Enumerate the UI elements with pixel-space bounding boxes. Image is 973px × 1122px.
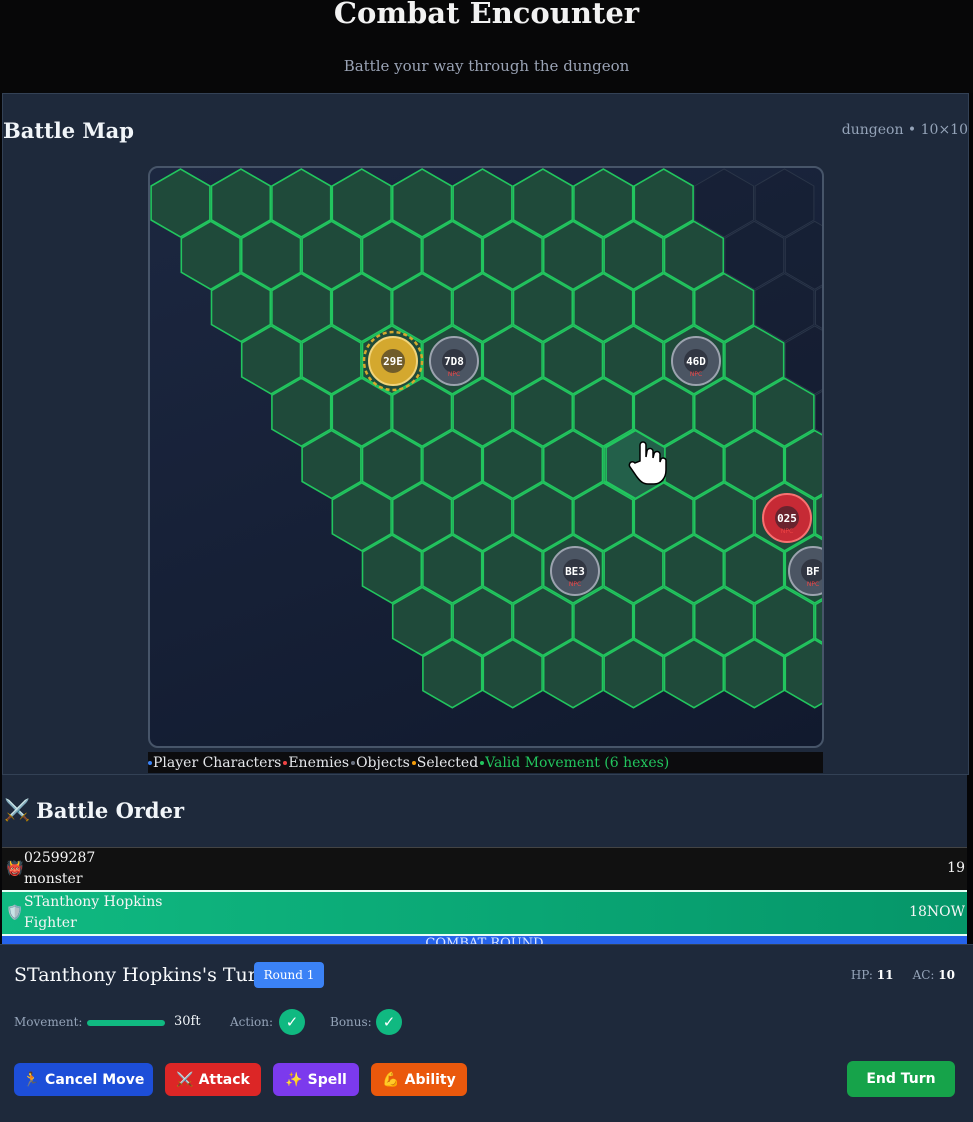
- legend-label: Enemies: [288, 754, 350, 771]
- turn-panel: STanthony Hopkins's Turn Round 1 HP: 11 …: [0, 944, 973, 1122]
- monster-icon: 👹: [6, 861, 24, 877]
- ac-label: AC:: [912, 968, 935, 982]
- bonus-available-icon: ✓: [376, 1009, 402, 1035]
- end-turn-button[interactable]: End Turn: [847, 1061, 955, 1097]
- battle-order-heading: Battle Order: [36, 797, 185, 823]
- round-badge: Round 1: [254, 962, 324, 988]
- movement-label: Movement:: [14, 1015, 83, 1029]
- combatant-name: 02599287: [24, 850, 96, 866]
- combatant-initiative: 19: [947, 860, 965, 876]
- token-label: BF: [806, 565, 819, 578]
- movement-bar: [87, 1020, 165, 1026]
- battle-map-meta: dungeon • 10×10: [841, 122, 968, 138]
- legend-dot: [351, 760, 356, 765]
- battle-order-section: ⚔️ Battle Order 👹 02599287 monster 19 🛡️…: [2, 774, 967, 945]
- token-label: 46D: [686, 355, 706, 368]
- legend-label: Objects: [356, 754, 410, 771]
- shield-icon: 🛡️: [6, 905, 24, 921]
- legend-dot: [411, 760, 416, 765]
- token-label: 025: [777, 512, 797, 525]
- token-tag: NPC: [448, 371, 460, 378]
- hp-label: HP:: [850, 968, 873, 982]
- legend-dot: [480, 760, 485, 765]
- token-label: BE3: [565, 565, 585, 578]
- token-46d[interactable]: 46D NPC: [671, 336, 721, 386]
- battle-order-row[interactable]: 👹 02599287 monster 19: [2, 847, 967, 890]
- battle-order-row-active[interactable]: 🛡️ STanthony Hopkins Fighter 18NOW: [2, 890, 967, 936]
- legend-enemies: Enemies: [283, 755, 349, 771]
- hex-grid[interactable]: 29E 7D8 NPC 46D NPC 025 NPC BE3 NPC BF NPC: [150, 168, 822, 746]
- token-tag: NPC: [569, 581, 581, 588]
- combatant-initiative: 18NOW: [909, 904, 965, 920]
- battle-order-title: ⚔️ Battle Order: [4, 797, 184, 823]
- attack-label: Attack: [198, 1071, 250, 1088]
- legend-label: Player Characters: [153, 754, 282, 771]
- combatant-name: STanthony Hopkins: [24, 894, 163, 910]
- page-title: Combat Encounter: [333, 0, 640, 30]
- legend-label: Valid Movement (6 hexes): [485, 754, 670, 771]
- ability-label: Ability: [404, 1071, 456, 1088]
- hex-grid-board[interactable]: 29E 7D8 NPC 46D NPC 025 NPC BE3 NPC BF NPC: [148, 166, 824, 748]
- running-icon: 🏃: [22, 1071, 41, 1088]
- combatant-class: monster: [24, 871, 83, 887]
- flexed-arm-icon: 💪: [382, 1071, 400, 1088]
- character-stats: HP: 11 AC: 10: [851, 968, 955, 982]
- action-available-icon: ✓: [279, 1009, 305, 1035]
- token-be3[interactable]: BE3 NPC: [550, 546, 600, 596]
- legend-dot: [148, 760, 152, 765]
- sparkles-icon: ✨: [285, 1071, 303, 1088]
- token-tag: NPC: [807, 581, 819, 588]
- page-header: Combat Encounter Battle your way through…: [0, 0, 973, 93]
- legend-player-characters: Player Characters: [148, 755, 281, 771]
- token-label: 29E: [383, 355, 403, 368]
- combatant-class: Fighter: [24, 915, 77, 931]
- crossed-swords-icon: ⚔️: [4, 797, 31, 822]
- cancel-move-label: Cancel Move: [45, 1071, 145, 1088]
- spell-label: Spell: [307, 1071, 347, 1088]
- swords-icon: ⚔️: [176, 1071, 194, 1088]
- ability-button[interactable]: 💪 Ability: [371, 1063, 467, 1096]
- spell-button[interactable]: ✨ Spell: [273, 1063, 359, 1096]
- hp-value: 11: [876, 968, 894, 982]
- cancel-move-button[interactable]: 🏃 Cancel Move: [14, 1063, 153, 1096]
- legend-selected: Selected: [411, 754, 479, 771]
- battle-map-title: Battle Map: [3, 118, 134, 143]
- token-7d8[interactable]: 7D8 NPC: [429, 336, 479, 386]
- map-legend: Player Characters Enemies Objects Select…: [148, 752, 823, 773]
- legend-dot: [283, 760, 288, 765]
- token-tag: NPC: [690, 371, 702, 378]
- legend-objects: Objects: [351, 755, 410, 771]
- action-label: Action:: [230, 1015, 274, 1029]
- battle-map-section: Battle Map dungeon • 10×10 29E 7D8 NPC 46D N…: [2, 93, 969, 775]
- movement-value: 30ft: [174, 1014, 201, 1029]
- legend-valid-movement: Valid Movement (6 hexes): [480, 755, 669, 771]
- token-tag: NPC: [781, 528, 793, 535]
- token-label: 7D8: [444, 355, 464, 368]
- page-subtitle: Battle your way through the dungeon: [343, 57, 630, 75]
- turn-title: STanthony Hopkins's Turn: [14, 964, 270, 986]
- attack-button[interactable]: ⚔️ Attack: [165, 1063, 261, 1096]
- ac-value: 10: [938, 968, 955, 982]
- legend-label: Selected: [416, 754, 479, 771]
- token-025[interactable]: 025 NPC: [762, 493, 812, 543]
- bonus-label: Bonus:: [330, 1015, 372, 1029]
